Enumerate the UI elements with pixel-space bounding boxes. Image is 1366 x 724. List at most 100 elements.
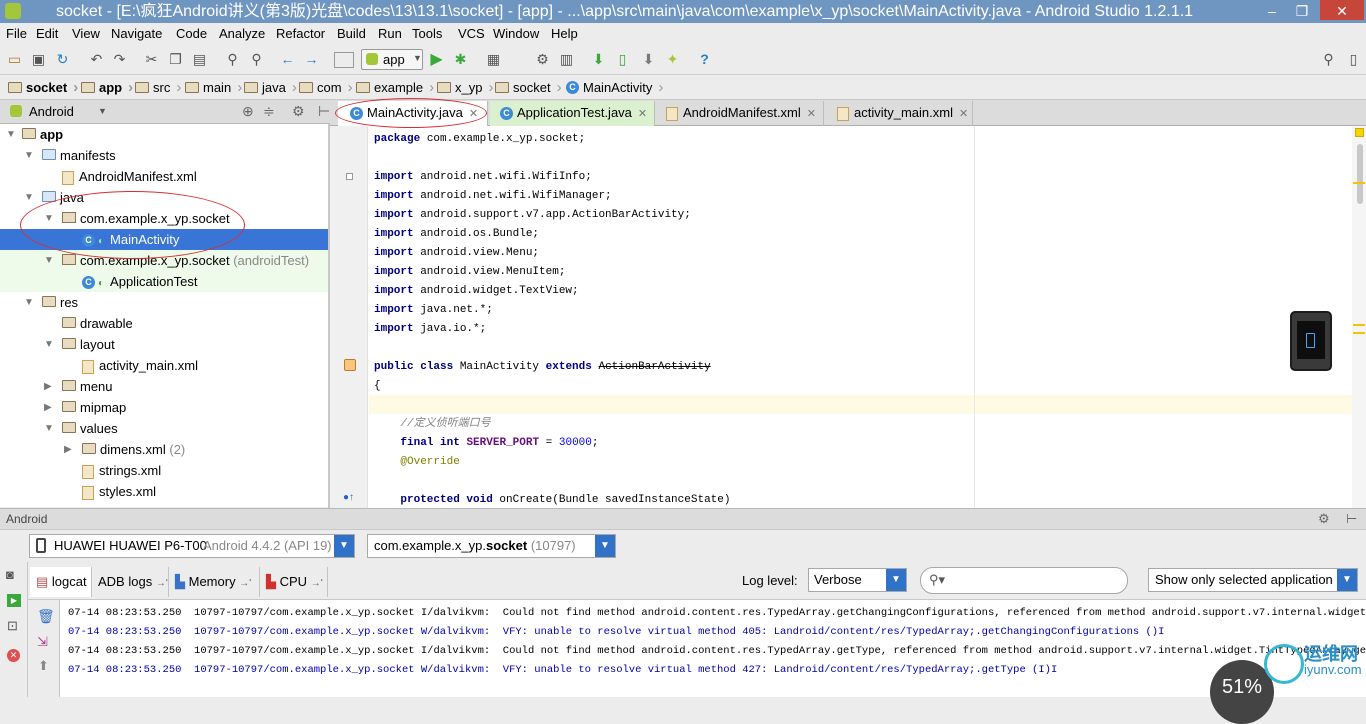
breadcrumb-java[interactable]: java ›: [244, 79, 297, 96]
tab-adb-logs[interactable]: ADB logs →': [92, 567, 169, 597]
tab-androidmanifest[interactable]: AndroidManifest.xml ✕: [656, 101, 824, 126]
help-icon[interactable]: ?: [696, 51, 713, 68]
tab-logcat[interactable]: ▤ logcat: [30, 567, 92, 597]
pin-icon[interactable]: →': [239, 578, 251, 589]
expand-arrow-icon[interactable]: ▼: [44, 418, 54, 439]
chevron-down-icon[interactable]: ▼: [595, 535, 615, 557]
expand-arrow-icon[interactable]: ▼: [24, 292, 34, 313]
settings-icon[interactable]: ▯: [1345, 51, 1362, 68]
tree-item-layout[interactable]: ▼ layout: [0, 334, 328, 355]
override-marker-icon[interactable]: [344, 359, 356, 371]
collapse-arrow-icon[interactable]: ▶: [64, 439, 72, 460]
chevron-down-icon[interactable]: ▼: [1337, 569, 1357, 591]
tree-item-values[interactable]: ▼ values: [0, 418, 328, 439]
process-selector[interactable]: com.example.x_yp.socket (10797) ▼: [367, 534, 616, 558]
breadcrumb-x-yp[interactable]: x_yp ›: [437, 79, 493, 96]
phone-widget-icon[interactable]: [1290, 311, 1332, 371]
android-monitor-icon[interactable]: ✦: [664, 51, 681, 68]
redo-icon[interactable]: ↷: [111, 51, 128, 68]
copy-icon[interactable]: ❐: [167, 51, 184, 68]
menu-help[interactable]: Help: [551, 26, 578, 41]
fold-marker-icon[interactable]: [346, 173, 353, 180]
expand-arrow-icon[interactable]: ▼: [44, 334, 54, 355]
sdk-icon[interactable]: ⬇: [640, 51, 657, 68]
tree-item-drawable[interactable]: drawable: [0, 313, 328, 334]
breadcrumb-app[interactable]: app ›: [81, 79, 133, 96]
tree-item-res[interactable]: ▼ res: [0, 292, 328, 313]
menu-refactor[interactable]: Refactor: [276, 26, 325, 41]
pin-icon[interactable]: →': [156, 578, 168, 589]
build-icon[interactable]: [334, 52, 354, 68]
breadcrumb-socket-pkg[interactable]: socket ›: [495, 79, 562, 96]
replace-icon[interactable]: ⚲: [248, 51, 265, 68]
breadcrumb-main[interactable]: main ›: [185, 79, 242, 96]
undo-icon[interactable]: ↶: [88, 51, 105, 68]
breadcrumb-mainactivity[interactable]: C MainActivity ›: [566, 79, 663, 96]
editor-scrollbar[interactable]: [1352, 126, 1366, 508]
terminate-icon[interactable]: ✕: [7, 649, 20, 662]
collapse-arrow-icon[interactable]: ▶: [44, 376, 52, 397]
debug-icon[interactable]: ✱: [452, 51, 469, 68]
tree-item-applicationtest[interactable]: C ◐ ApplicationTest: [0, 271, 328, 292]
gear-icon[interactable]: ⚙: [292, 103, 305, 120]
chevron-down-icon[interactable]: ▼: [334, 535, 354, 557]
run-config-selector[interactable]: app ▼: [361, 49, 423, 70]
sync-gradle-icon[interactable]: ⬇: [590, 51, 607, 68]
sync-icon[interactable]: ↻: [54, 51, 71, 68]
chevron-down-icon[interactable]: ▼: [886, 569, 906, 591]
menu-navigate[interactable]: Navigate: [111, 26, 162, 41]
restore-button[interactable]: ❐: [1288, 0, 1316, 20]
collapse-arrow-icon[interactable]: ▶: [44, 397, 52, 418]
scroll-thumb[interactable]: [1357, 144, 1363, 204]
expand-arrow-icon[interactable]: ▼: [24, 187, 34, 208]
scroll-to-end-icon[interactable]: ⇲: [37, 634, 48, 650]
expand-arrow-icon[interactable]: ▼: [24, 145, 34, 166]
back-icon[interactable]: ←: [279, 51, 296, 68]
menu-file[interactable]: File: [6, 26, 27, 41]
breadcrumb-com[interactable]: com ›: [299, 79, 353, 96]
open-folder-icon[interactable]: ▭: [6, 51, 23, 68]
menu-view[interactable]: View: [72, 26, 100, 41]
scroll-from-source-icon[interactable]: ⊕: [242, 103, 254, 120]
close-button[interactable]: ✕: [1320, 0, 1364, 20]
menu-window[interactable]: Window: [493, 26, 539, 41]
tree-item-mipmap[interactable]: ▶ mipmap: [0, 397, 328, 418]
avd-manager-icon[interactable]: ▯: [614, 51, 631, 68]
menu-build[interactable]: Build: [337, 26, 366, 41]
menu-edit[interactable]: Edit: [36, 26, 58, 41]
tree-item-manifests[interactable]: ▼ manifests: [0, 145, 328, 166]
save-icon[interactable]: ▣: [30, 51, 47, 68]
run-icon[interactable]: ▶: [428, 51, 445, 68]
paste-icon[interactable]: ▤: [191, 51, 208, 68]
trash-icon[interactable]: 🗑: [37, 608, 55, 625]
close-tab-icon[interactable]: ✕: [959, 108, 968, 120]
breadcrumb-example[interactable]: example ›: [356, 79, 434, 96]
menu-vcs[interactable]: VCS: [458, 26, 485, 41]
hide-panel-icon[interactable]: ⊢: [318, 103, 330, 120]
forward-icon[interactable]: →: [303, 51, 320, 68]
minimize-button[interactable]: –: [1258, 0, 1286, 20]
hide-panel-icon[interactable]: ⊢: [1346, 511, 1357, 527]
up-arrow-icon[interactable]: ⬆: [38, 658, 49, 674]
log-level-select[interactable]: Verbose ▼: [808, 568, 907, 592]
project-view-selector[interactable]: Android: [29, 104, 74, 119]
log-search-input[interactable]: ⚲▾: [920, 567, 1128, 594]
expand-arrow-icon[interactable]: ▼: [6, 124, 16, 145]
collapse-all-icon[interactable]: ≑: [263, 103, 275, 120]
search-everywhere-icon[interactable]: ⚲: [1320, 51, 1337, 68]
pin-icon[interactable]: →': [311, 578, 323, 589]
menu-code[interactable]: Code: [176, 26, 207, 41]
tree-item-styles[interactable]: styles.xml: [0, 481, 328, 502]
close-tab-icon[interactable]: ✕: [807, 108, 816, 120]
tab-applicationtest[interactable]: C ApplicationTest.java ✕: [490, 101, 655, 126]
expand-arrow-icon[interactable]: ▼: [44, 250, 54, 271]
tab-memory[interactable]: ▙ Memory →': [169, 567, 260, 597]
menu-analyze[interactable]: Analyze: [219, 26, 265, 41]
tree-item-dimens[interactable]: ▶ dimens.xml (2): [0, 439, 328, 460]
tab-activity-main[interactable]: activity_main.xml ✕: [827, 101, 973, 126]
tree-item-strings[interactable]: strings.xml: [0, 460, 328, 481]
run-icon[interactable]: ▶: [7, 594, 21, 607]
project-structure-icon[interactable]: ⚙: [534, 51, 551, 68]
implements-marker-icon[interactable]: ●↑: [343, 492, 354, 503]
gear-icon[interactable]: ⚙: [1318, 511, 1330, 527]
